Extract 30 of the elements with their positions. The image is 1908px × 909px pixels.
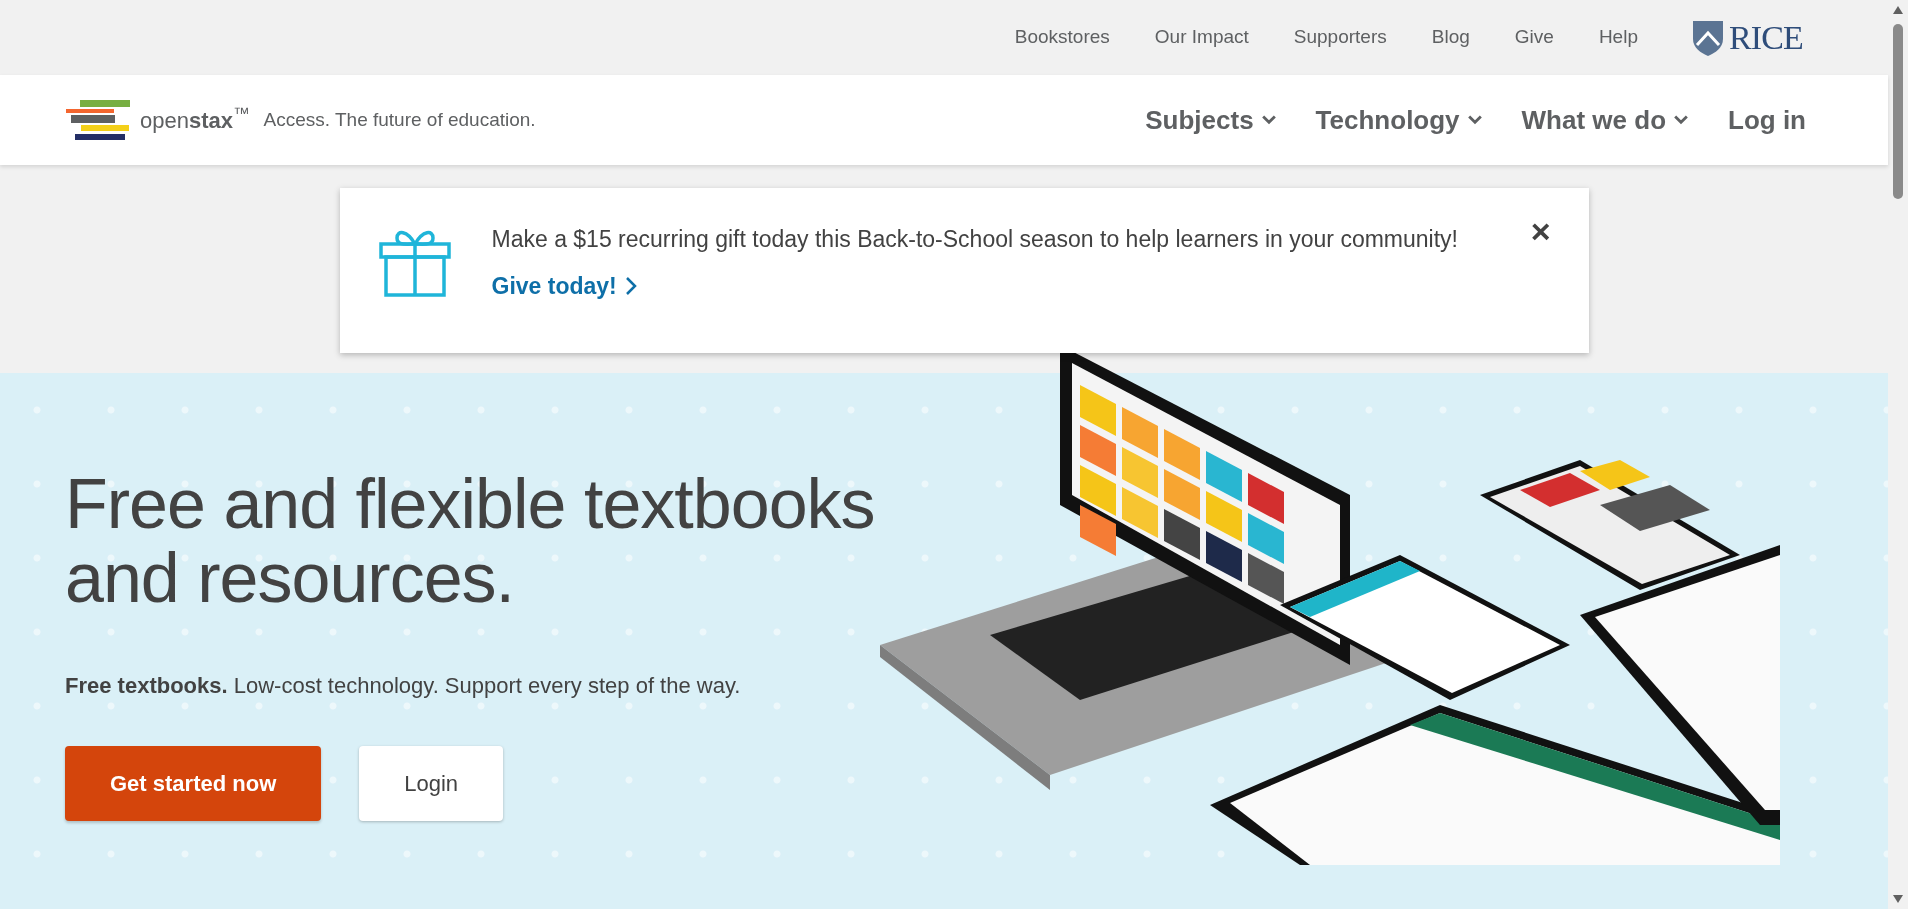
hero-heading: Free and flexible textbooks and resources. <box>65 467 876 615</box>
give-today-link[interactable]: Give today! <box>491 268 637 303</box>
chevron-right-icon <box>624 275 637 296</box>
nav-menu[interactable]: Subjects <box>1145 100 1276 140</box>
brand-tagline: Access. The future of education. <box>263 107 536 132</box>
nav-menu[interactable]: Technology <box>1315 100 1482 140</box>
login-button[interactable]: Login <box>359 746 504 821</box>
chevron-down-icon <box>1261 115 1276 125</box>
scrollbar-thumb[interactable] <box>1893 24 1903 199</box>
login-link[interactable]: Log in <box>1728 100 1806 140</box>
hero-subheading: Free textbooks. Low-cost technology. Support every step of the way. <box>65 672 742 700</box>
scroll-down-arrow-icon[interactable] <box>1893 895 1903 903</box>
chevron-down-icon <box>1674 115 1688 125</box>
utility-link[interactable]: Bookstores <box>1014 23 1110 52</box>
utility-link[interactable]: Our Impact <box>1154 23 1249 52</box>
partner-logo[interactable]: RICE <box>1690 12 1803 63</box>
close-button[interactable]: × <box>1530 214 1551 248</box>
utility-link[interactable]: Blog <box>1431 23 1470 52</box>
nav-menu[interactable]: What we do <box>1521 100 1688 140</box>
get-started-button[interactable]: Get started now <box>65 746 322 821</box>
chevron-down-icon <box>1467 115 1482 125</box>
utility-link[interactable]: Supporters <box>1293 23 1387 52</box>
utility-link[interactable]: Help <box>1598 23 1638 52</box>
partner-wordmark: RICE <box>1728 18 1803 58</box>
brand-wordmark[interactable]: openstax$^{™}$ <box>140 103 250 137</box>
shield-icon <box>1690 18 1725 57</box>
utility-link[interactable]: Give <box>1514 23 1554 52</box>
banner-message: Make a $15 recurring gift today this Back-to-School season to help learners in your community! <box>491 225 1459 254</box>
book-stack-icon[interactable] <box>66 98 130 142</box>
scroll-up-arrow-icon[interactable] <box>1893 6 1903 14</box>
